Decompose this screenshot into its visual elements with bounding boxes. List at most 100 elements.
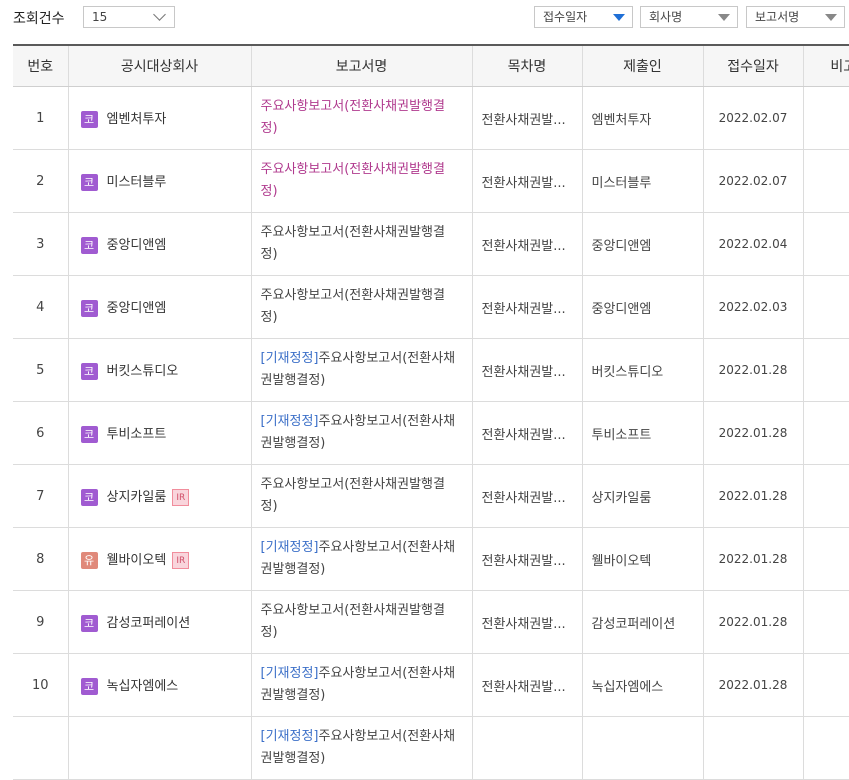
market-badge: 코 bbox=[80, 615, 98, 632]
report-cell: 주요사항보고서(전환사채권발행결정) bbox=[250, 212, 472, 276]
company-cell: 코 감성코퍼레이션 bbox=[67, 590, 251, 654]
header-note[interactable]: 비고 bbox=[802, 44, 849, 87]
report-link[interactable]: 주요사항보고서(전환사채권발행결정) bbox=[261, 477, 445, 514]
toc-cell[interactable]: 전환사채권발... bbox=[471, 401, 582, 465]
report-cell: 주요사항보고서(전환사채권발행결정) bbox=[250, 464, 472, 528]
toc-cell[interactable]: 전환사채권발... bbox=[471, 527, 582, 591]
date-cell: 2022.02.07 bbox=[702, 86, 803, 150]
report-link[interactable]: 주요사항보고서(전환사채권발행결정) bbox=[261, 603, 445, 640]
submitter-cell: 감성코퍼레이션 bbox=[581, 590, 703, 654]
header-submitter[interactable]: 제출인 bbox=[581, 44, 703, 87]
report-link[interactable]: [기재정정]주요사항보고서(전환사채권발행결정) bbox=[261, 540, 456, 577]
date-cell: 2022.02.03 bbox=[702, 275, 803, 339]
header-toc[interactable]: 목차명 bbox=[471, 44, 582, 87]
report-title: 주요사항보고서(전환사채권발행결정) bbox=[260, 225, 445, 262]
company-link[interactable]: 녹십자엠에스 bbox=[107, 679, 179, 694]
report-cell: [기재정정]주요사항보고서(전환사채권발행결정) bbox=[250, 653, 472, 717]
table-row: 1 코 엠벤처투자 주요사항보고서(전환사채권발행결정) 전환사채권발... 엠벤처투자 2… bbox=[13, 86, 849, 150]
company-link[interactable]: 엠벤처투자 bbox=[107, 112, 167, 127]
company-link[interactable]: 웰바이오텍 bbox=[107, 553, 167, 568]
header-date[interactable]: 접수일자 bbox=[702, 44, 803, 87]
report-link[interactable]: 주요사항보고서(전환사채권발행결정) bbox=[261, 288, 445, 325]
company-link[interactable]: 미스터블루 bbox=[107, 175, 167, 190]
toc-cell[interactable]: 전환사채권발... bbox=[471, 149, 582, 213]
toc-cell[interactable]: 전환사채권발... bbox=[471, 653, 582, 717]
sort-by-company-select[interactable]: 회사명 bbox=[640, 6, 738, 28]
market-badge: 코 bbox=[80, 174, 98, 191]
count-label: 조회건수 bbox=[13, 11, 65, 27]
row-number: 10 bbox=[13, 653, 68, 717]
amendment-prefix: [기재정정] bbox=[260, 729, 319, 744]
submitter-cell: 중앙디앤엠 bbox=[581, 275, 703, 339]
company-link[interactable]: 투비소프트 bbox=[107, 427, 167, 442]
market-badge: 코 bbox=[80, 678, 98, 695]
submitter-cell: 투비소프트 bbox=[581, 401, 703, 465]
table-row: 10 코 녹십자엠에스 [기재정정]주요사항보고서(전환사채권발행결정) 전환사채권발.… bbox=[13, 653, 849, 717]
table-row: 8 유 웰바이오텍 IR [기재정정]주요사항보고서(전환사채권발행결정) 전환사채권발.… bbox=[13, 527, 849, 591]
toc-cell[interactable]: 전환사채권발... bbox=[471, 275, 582, 339]
submitter-cell: 웰바이오텍 bbox=[581, 527, 703, 591]
ir-badge[interactable]: IR bbox=[172, 552, 190, 569]
date-cell: 2022.02.04 bbox=[702, 212, 803, 276]
note-cell bbox=[802, 86, 849, 150]
table-row: 2 코 미스터블루 주요사항보고서(전환사채권발행결정) 전환사채권발... 미스터블루 2… bbox=[13, 149, 849, 213]
report-cell: [기재정정]주요사항보고서(전환사채권발행결정) bbox=[250, 527, 472, 591]
report-link[interactable]: [기재정정]주요사항보고서(전환사채권발행결정) bbox=[261, 729, 456, 766]
header-company[interactable]: 공시대상회사 bbox=[67, 44, 251, 87]
report-link[interactable]: [기재정정]주요사항보고서(전환사채권발행결정) bbox=[261, 351, 456, 388]
row-number: 5 bbox=[13, 338, 68, 402]
company-cell: 코 녹십자엠에스 bbox=[67, 653, 251, 717]
toc-cell[interactable]: 전환사채권발... bbox=[471, 86, 582, 150]
note-cell bbox=[802, 338, 849, 402]
report-title: 주요사항보고서(전환사채권발행결정) bbox=[260, 603, 445, 640]
sort-arrow-icon bbox=[825, 14, 837, 21]
report-link[interactable]: [기재정정]주요사항보고서(전환사채권발행결정) bbox=[261, 414, 456, 451]
date-cell: 2022.01.28 bbox=[702, 527, 803, 591]
table-row: 3 코 중앙디앤엠 주요사항보고서(전환사채권발행결정) 전환사채권발... 중앙디앤엠 2… bbox=[13, 212, 849, 276]
table-row: [기재정정]주요사항보고서(전환사채권발행결정) bbox=[13, 716, 849, 780]
report-link[interactable]: 주요사항보고서(전환사채권발행결정) bbox=[261, 225, 445, 262]
sort-by-company-label: 회사명 bbox=[649, 10, 683, 24]
submitter-cell: 녹십자엠에스 bbox=[581, 653, 703, 717]
sort-by-report-select[interactable]: 보고서명 bbox=[746, 6, 845, 28]
toc-cell[interactable]: 전환사채권발... bbox=[471, 590, 582, 654]
header-report[interactable]: 보고서명 bbox=[250, 44, 472, 87]
sort-by-date-select[interactable]: 접수일자 bbox=[534, 6, 633, 28]
submitter-cell: 버킷스튜디오 bbox=[581, 338, 703, 402]
date-cell bbox=[702, 716, 803, 780]
report-title: 주요사항보고서(전환사채권발행결정) bbox=[260, 99, 445, 136]
row-number: 4 bbox=[13, 275, 68, 339]
market-badge: 코 bbox=[80, 300, 98, 317]
report-link[interactable]: 주요사항보고서(전환사채권발행결정) bbox=[261, 99, 445, 136]
note-cell bbox=[802, 275, 849, 339]
table-row: 9 코 감성코퍼레이션 주요사항보고서(전환사채권발행결정) 전환사채권발... 감성코퍼… bbox=[13, 590, 849, 654]
report-link[interactable]: [기재정정]주요사항보고서(전환사채권발행결정) bbox=[261, 666, 456, 703]
company-link[interactable]: 중앙디앤엠 bbox=[107, 301, 167, 316]
ir-badge[interactable]: IR bbox=[172, 489, 190, 506]
disclosure-table: 번호 공시대상회사 보고서명 목차명 제출인 접수일자 비고 1코엠벤처투자주요… bbox=[13, 44, 849, 780]
header-no[interactable]: 번호 bbox=[13, 44, 68, 87]
company-cell: 코 상지카일룸 IR bbox=[67, 464, 251, 528]
date-cell: 2022.02.07 bbox=[702, 149, 803, 213]
sort-by-date-label: 접수일자 bbox=[543, 10, 588, 24]
report-title: 주요사항보고서(전환사채권발행결정) bbox=[260, 477, 445, 514]
toc-cell[interactable] bbox=[471, 716, 582, 780]
company-link[interactable]: 감성코퍼레이션 bbox=[107, 616, 191, 631]
row-number: 7 bbox=[13, 464, 68, 528]
row-number: 8 bbox=[13, 527, 68, 591]
row-number: 6 bbox=[13, 401, 68, 465]
amendment-prefix: [기재정정] bbox=[260, 414, 319, 429]
report-link[interactable]: 주요사항보고서(전환사채권발행결정) bbox=[261, 162, 445, 199]
report-cell: 주요사항보고서(전환사채권발행결정) bbox=[250, 149, 472, 213]
row-number: 3 bbox=[13, 212, 68, 276]
count-select[interactable]: 15 bbox=[83, 6, 175, 28]
company-link[interactable]: 버킷스튜디오 bbox=[107, 364, 179, 379]
company-link[interactable]: 중앙디앤엠 bbox=[107, 238, 167, 253]
count-value: 15 bbox=[92, 10, 108, 24]
market-badge: 코 bbox=[80, 237, 98, 254]
toc-cell[interactable]: 전환사채권발... bbox=[471, 338, 582, 402]
toc-cell[interactable]: 전환사채권발... bbox=[471, 212, 582, 276]
report-title: 주요사항보고서(전환사채권발행결정) bbox=[260, 288, 445, 325]
company-link[interactable]: 상지카일룸 bbox=[107, 490, 167, 505]
toc-cell[interactable]: 전환사채권발... bbox=[471, 464, 582, 528]
